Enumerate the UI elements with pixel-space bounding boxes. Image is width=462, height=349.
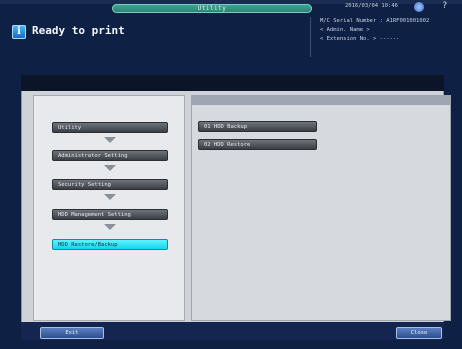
down-arrow-icon (104, 194, 116, 200)
hdd-backup-button[interactable]: 01 HDD Backup (198, 121, 317, 132)
breadcrumb: Utility Administrator Setting Security S… (33, 95, 185, 321)
serial-number-line: M/C Serial Number : A1RF001001002 (320, 18, 430, 24)
breadcrumb-item-security-setting[interactable]: Security Setting (52, 179, 168, 190)
status-message: Ready to print (32, 24, 125, 37)
utility-tab[interactable]: Utility (112, 4, 312, 13)
down-arrow-icon (104, 137, 116, 143)
utility-screen: Utility 2016/03/04 10:46 ? i Ready to pr… (0, 0, 462, 349)
exit-button[interactable]: Exit (40, 327, 104, 339)
toner-icon (414, 2, 424, 12)
extension-line: < Extension No. > ------ (320, 36, 400, 42)
down-arrow-icon (104, 224, 116, 230)
down-arrow-icon (104, 165, 116, 171)
help-icon[interactable]: ? (442, 1, 447, 11)
datetime-display: 2016/03/04 10:46 (345, 3, 398, 9)
function-panel: 01 HDD Backup 02 HDD Restore (191, 95, 451, 321)
breadcrumb-item-hdd-restore-backup[interactable]: HDD Restore/Backup (52, 239, 168, 250)
machine-info: M/C Serial Number : A1RF001001002 < Admi… (320, 17, 429, 44)
admin-name-line: < Admin. Name > (320, 27, 370, 33)
function-panel-header (192, 96, 450, 105)
hdd-restore-button[interactable]: 02 HDD Restore (198, 139, 317, 150)
main-frame-header (21, 75, 444, 91)
close-button[interactable]: Close (396, 327, 442, 339)
breadcrumb-item-administrator-setting[interactable]: Administrator Setting (52, 150, 168, 161)
header-divider (310, 17, 311, 57)
info-icon: i (12, 25, 26, 39)
breadcrumb-item-utility[interactable]: Utility (52, 122, 168, 133)
breadcrumb-item-hdd-management-setting[interactable]: HDD Management Setting (52, 209, 168, 220)
